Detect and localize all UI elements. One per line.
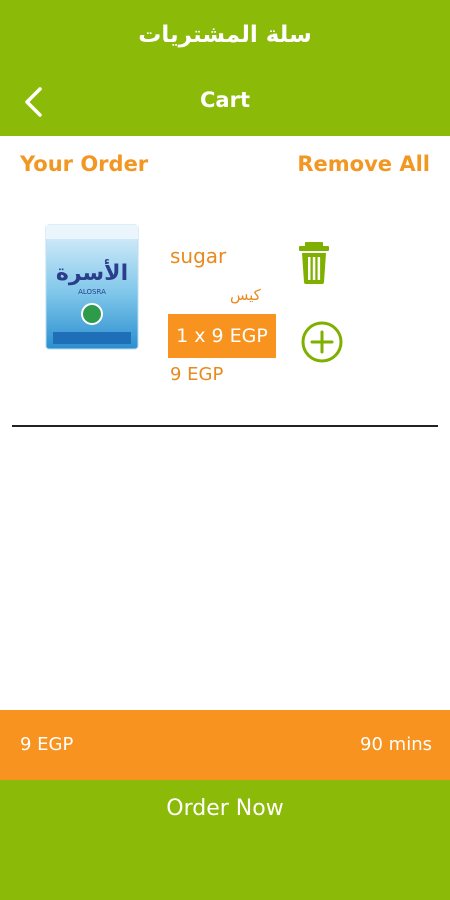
delivery-time: 90 mins — [360, 734, 432, 755]
screen-title: Cart — [200, 88, 250, 112]
divider — [12, 425, 438, 427]
cart-total: 9 EGP — [20, 734, 74, 755]
remove-all-button[interactable]: Remove All — [297, 152, 430, 176]
order-now-button[interactable]: Order Now — [0, 780, 450, 900]
cart-item: الأسرة ALOSRA sugar كيس 1 x 9 EGP 9 EGP — [0, 210, 450, 400]
quantity-price-box: 1 x 9 EGP — [168, 314, 276, 358]
your-order-heading: Your Order — [20, 152, 149, 176]
plus-circle-icon — [301, 321, 343, 363]
add-quantity-button[interactable] — [300, 320, 344, 364]
package-brand-text: الأسرة — [56, 258, 128, 286]
app-title: سلة المشتريات — [138, 22, 312, 48]
trash-icon — [299, 242, 329, 284]
product-name: sugar — [170, 244, 227, 268]
order-now-label: Order Now — [166, 796, 284, 821]
order-section-header: Your Order Remove All — [0, 152, 450, 184]
package-brand-latin: ALOSRA — [78, 288, 106, 296]
summary-bar: 9 EGP 90 mins — [0, 710, 450, 780]
product-image: الأسرة ALOSRA — [45, 224, 139, 350]
app-header: سلة المشتريات Cart — [0, 0, 450, 136]
item-total-price: 9 EGP — [170, 364, 224, 385]
sugar-package-image: الأسرة ALOSRA — [45, 224, 139, 350]
product-unit: كيس — [230, 286, 261, 304]
delete-item-button[interactable] — [296, 240, 332, 286]
